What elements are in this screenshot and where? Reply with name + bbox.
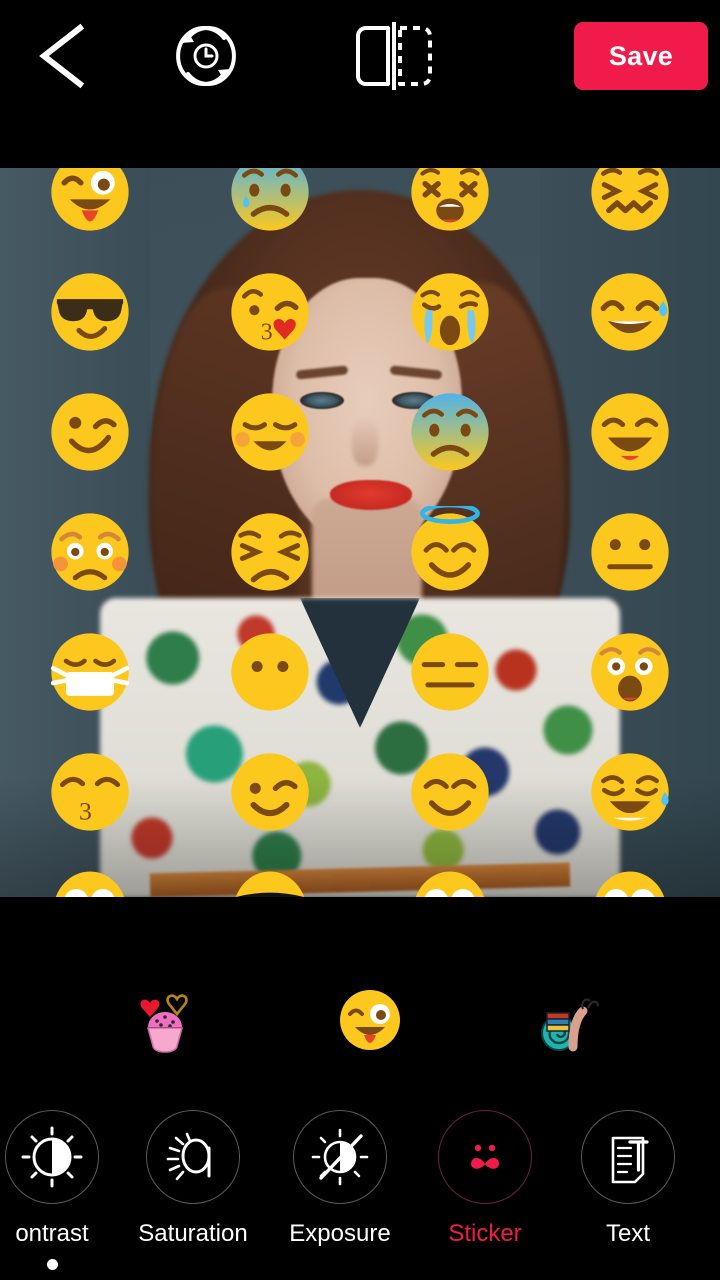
astonished-face-icon (591, 633, 669, 711)
sticker-anxious-face-with-sweat[interactable] (404, 386, 496, 478)
cupcake-hearts-icon (140, 994, 188, 1053)
save-button[interactable]: Save (574, 22, 708, 90)
sticker-winking-face-with-tongue[interactable] (44, 168, 136, 238)
sticker-face-with-mustache[interactable] (404, 866, 496, 897)
sticker-category-cupcake-hearts-pack[interactable] (105, 974, 225, 1066)
smiling-face-with-halo-icon (411, 506, 489, 591)
sticker-winking-smiling-face[interactable] (224, 746, 316, 838)
sticker-relieved-blushing-face[interactable] (224, 386, 316, 478)
tool-exposure-circle (293, 1110, 387, 1204)
smiling-face-with-sunglasses-icon (51, 273, 129, 351)
bandit-masked-face-icon (235, 871, 305, 897)
winking-face-icon (51, 393, 129, 471)
tool-saturation-circle (146, 1110, 240, 1204)
text-icon (611, 1136, 649, 1184)
winking-smiling-face-icon (231, 753, 309, 831)
sticker-grinning-face-open-mouth[interactable] (584, 386, 676, 478)
face-with-medical-mask-icon (50, 633, 130, 711)
face-without-mouth-icon (231, 633, 309, 711)
tool-contrast-label: ontrast (15, 1220, 89, 1247)
sad-but-relieved-face-icon (231, 168, 309, 231)
exposure-icon (311, 1128, 369, 1186)
sticker-pleading-face[interactable] (44, 506, 136, 598)
sticker-icon (471, 1144, 499, 1169)
face-with-tongue-out-icon (55, 871, 125, 897)
chevron-left-icon (39, 23, 85, 89)
grinning-face-open-mouth-icon (591, 393, 669, 471)
sticker-face-with-tongue-out[interactable] (44, 866, 136, 897)
tool-text-label: Text (605, 1220, 650, 1247)
winking-tongue-emoji-icon (340, 990, 400, 1050)
snail-books-icon (541, 998, 600, 1052)
sticker-persevering-face[interactable] (224, 506, 316, 598)
persevering-face-icon (231, 513, 309, 591)
photo-editor-screen: Save 33 ontrast Saturation Exposure Stic… (0, 0, 720, 1280)
undo-history-button[interactable] (168, 18, 244, 94)
top-bar: Save (0, 0, 720, 112)
sticker-neutral-face[interactable] (584, 506, 676, 598)
sticker-grinning-face-with-sweat[interactable] (584, 266, 676, 358)
tool-text[interactable]: Text (548, 1110, 708, 1248)
sticker-kissing-face-closed-eyes[interactable]: 3 (44, 746, 136, 838)
contrast-icon (21, 1126, 83, 1188)
bottom-toolbar: ontrast Saturation Exposure Sticker Text (0, 1090, 720, 1280)
tool-exposure[interactable]: Exposure (260, 1110, 420, 1248)
sticker-smiling-face-with-sweat[interactable] (584, 746, 676, 838)
tool-saturation[interactable]: Saturation (113, 1110, 273, 1248)
grinning-face-with-sweat-icon (591, 273, 669, 351)
back-button[interactable] (30, 20, 100, 92)
svg-text:3: 3 (79, 797, 92, 826)
sticker-dizzy-face[interactable] (404, 168, 496, 238)
expressionless-face-icon (411, 633, 489, 711)
tool-exposure-label: Exposure (289, 1220, 391, 1247)
sticker-confounded-face[interactable] (584, 168, 676, 238)
anxious-face-with-sweat-icon (411, 393, 489, 471)
sticker-sad-but-relieved-face[interactable] (224, 168, 316, 238)
sticker-category-bar (0, 960, 720, 1080)
photo-canvas[interactable]: 33 (0, 168, 720, 897)
tool-saturation-label: Saturation (138, 1220, 248, 1247)
pleading-face-icon (51, 513, 129, 591)
sticker-winking-face[interactable] (44, 386, 136, 478)
tool-contrast-circle (5, 1110, 99, 1204)
sticker-face-with-medical-mask[interactable] (44, 626, 136, 718)
sticker-bandit-masked-face[interactable] (224, 866, 316, 897)
smiling-face-smiling-eyes-icon (411, 753, 489, 831)
sticker-expressionless-face[interactable] (404, 626, 496, 718)
sticker-category-snail-books-pack[interactable] (510, 974, 630, 1066)
neutral-face-icon (591, 513, 669, 591)
sticker-astonished-face[interactable] (584, 626, 676, 718)
sticker-face-without-mouth[interactable] (224, 626, 316, 718)
sticker-smiling-face-with-halo[interactable] (404, 506, 496, 598)
tool-sticker-label: Sticker (448, 1220, 522, 1247)
saturation-icon (166, 1132, 211, 1181)
loudly-crying-face-icon (411, 273, 489, 351)
dizzy-face-icon (411, 168, 489, 231)
mirror-flip-icon (356, 22, 432, 90)
winking-face-with-tongue-icon (51, 168, 129, 231)
tool-sticker-circle (438, 1110, 532, 1204)
tool-contrast-value-dot (46, 1259, 58, 1270)
sticker-face-blowing-a-kiss[interactable]: 3 (224, 266, 316, 358)
sticker-screaming-face[interactable] (584, 866, 676, 897)
sticker-smiling-face-with-sunglasses[interactable] (44, 266, 136, 358)
screaming-face-icon (595, 871, 665, 897)
confounded-face-icon (591, 168, 669, 231)
kissing-face-closed-eyes-icon: 3 (51, 753, 129, 831)
tool-sticker[interactable]: Sticker (405, 1110, 565, 1248)
face-with-mustache-icon (415, 871, 485, 897)
svg-text:3: 3 (261, 320, 273, 346)
relieved-blushing-face-icon (231, 393, 309, 471)
sticker-loudly-crying-face[interactable] (404, 266, 496, 358)
face-blowing-a-kiss-icon: 3 (231, 273, 309, 351)
smiling-face-with-sweat-icon (591, 753, 669, 831)
mirror-flip-button[interactable] (352, 20, 436, 92)
sticker-category-emoji-pack[interactable] (310, 974, 430, 1066)
sticker-smiling-face-smiling-eyes[interactable] (404, 746, 496, 838)
tool-text-circle (581, 1110, 675, 1204)
undo-history-icon (176, 26, 236, 86)
